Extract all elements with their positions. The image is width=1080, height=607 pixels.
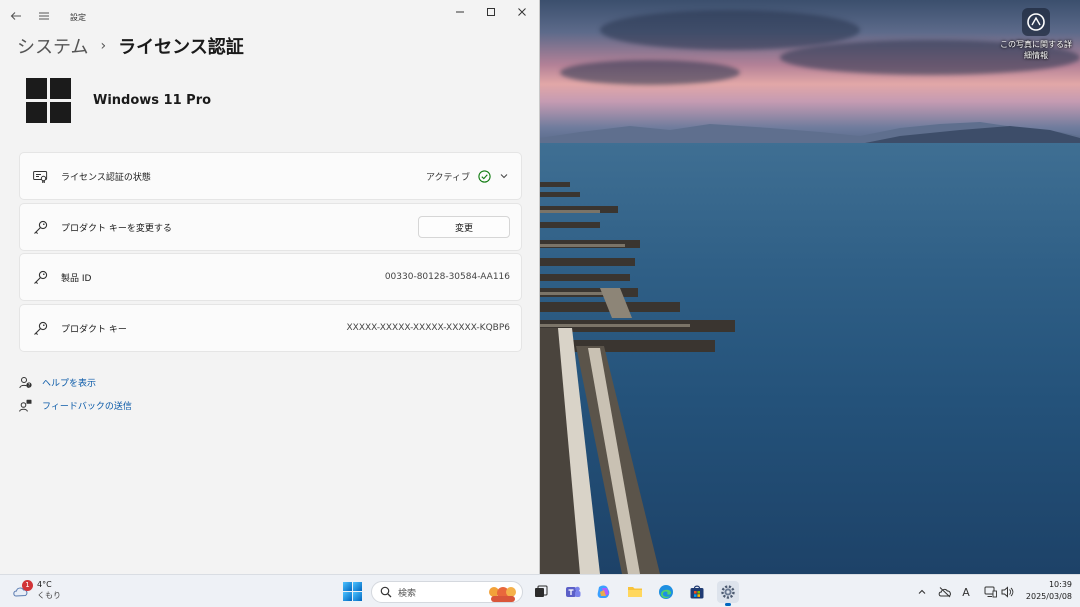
search-placeholder: 検索 bbox=[398, 588, 417, 599]
task-view-button[interactable] bbox=[530, 581, 552, 603]
settings-taskbar-button[interactable] bbox=[717, 581, 739, 606]
help-link[interactable]: ? ヘルプを表示 bbox=[18, 374, 96, 390]
edge-button[interactable] bbox=[655, 581, 677, 603]
weather-desc: くもり bbox=[37, 591, 61, 600]
task-view-icon bbox=[535, 585, 548, 597]
wallpaper-pier bbox=[540, 182, 735, 574]
chevron-up-icon bbox=[918, 589, 926, 594]
active-indicator bbox=[725, 603, 731, 606]
folder-icon bbox=[628, 587, 642, 597]
wallpaper-cloud bbox=[600, 10, 860, 50]
back-button[interactable] bbox=[10, 10, 26, 26]
product-key-row: プロダクト キー XXXXX-XXXXX-XXXXX-XXXXX-KQBP6 bbox=[19, 304, 522, 352]
weather-badge: 1 bbox=[22, 580, 33, 591]
cloud-offline-icon bbox=[938, 587, 951, 598]
breadcrumb-separator: › bbox=[100, 38, 107, 54]
taskbar: 1 4°C くもり 検索 A 10:39 2025/03/08 bbox=[0, 574, 1080, 607]
settings-window: 設定 システム › ライセンス認証 Windows 11 Pro ライセンス認証… bbox=[0, 0, 540, 574]
arrow-left-icon bbox=[10, 12, 21, 20]
check-circle-icon bbox=[478, 169, 491, 183]
speaker-icon bbox=[1001, 586, 1013, 598]
breadcrumb-system[interactable]: システム bbox=[17, 33, 88, 59]
edge-icon bbox=[659, 585, 673, 599]
feedback-link-text[interactable]: フィードバックの送信 bbox=[42, 399, 132, 412]
photo-info-label-2: 細情報 bbox=[1024, 51, 1048, 60]
photo-info-label-1: この写真に関する詳 bbox=[1000, 40, 1072, 49]
product-id-value: 00330-80128-30584-AA116 bbox=[384, 272, 510, 282]
title-bar: 設定 bbox=[0, 0, 540, 34]
feedback-person-icon bbox=[18, 398, 32, 412]
minimize-icon bbox=[456, 11, 464, 13]
maximize-icon bbox=[487, 8, 495, 16]
key-icon bbox=[32, 320, 48, 336]
photo-info-shortcut[interactable]: この写真に関する詳 細情報 bbox=[1000, 8, 1072, 61]
product-id-label: 製品 ID bbox=[61, 273, 92, 284]
feedback-link[interactable]: フィードバックの送信 bbox=[18, 397, 132, 413]
help-link-text[interactable]: ヘルプを表示 bbox=[42, 376, 96, 389]
teams-icon bbox=[566, 586, 581, 597]
windows-logo-icon bbox=[26, 77, 71, 123]
change-product-key-row: プロダクト キーを変更する 変更 bbox=[19, 203, 522, 251]
close-button[interactable] bbox=[508, 4, 536, 20]
activation-status-value: アクティブ bbox=[425, 169, 509, 183]
close-icon bbox=[518, 8, 526, 16]
hamburger-icon bbox=[39, 12, 49, 20]
product-name: Windows 11 Pro bbox=[93, 92, 212, 108]
network-icon bbox=[984, 586, 997, 598]
svg-text:?: ? bbox=[27, 382, 29, 387]
weather-widget[interactable]: 1 4°C くもり bbox=[12, 579, 61, 601]
minimize-button[interactable] bbox=[446, 4, 474, 20]
wallpaper-cloud bbox=[560, 60, 740, 85]
volume-button[interactable] bbox=[999, 583, 1015, 601]
change-button[interactable]: 変更 bbox=[418, 216, 510, 238]
product-key-value: XXXXX-XXXXX-XXXXX-XXXXX-KQBP6 bbox=[346, 323, 510, 333]
activation-status-row[interactable]: ライセンス認証の状態 アクティブ bbox=[19, 152, 522, 200]
key-icon bbox=[32, 219, 48, 235]
nav-menu-button[interactable] bbox=[38, 10, 54, 26]
clock-date: 2025/03/08 bbox=[1025, 592, 1072, 601]
maximize-button[interactable] bbox=[477, 4, 505, 20]
search-highlight-icon bbox=[489, 587, 516, 602]
breadcrumb: システム › ライセンス認証 bbox=[17, 33, 244, 59]
file-explorer-button[interactable] bbox=[624, 581, 646, 603]
show-hidden-icons-button[interactable] bbox=[914, 583, 930, 601]
help-person-icon: ? bbox=[18, 375, 32, 389]
key-icon bbox=[32, 269, 48, 285]
copilot-button[interactable] bbox=[593, 581, 615, 603]
weather-temp: 4°C bbox=[37, 580, 52, 589]
start-button[interactable] bbox=[343, 582, 362, 601]
onedrive-button[interactable] bbox=[936, 583, 954, 601]
store-button[interactable] bbox=[686, 581, 708, 603]
product-header: Windows 11 Pro bbox=[26, 77, 211, 123]
change-product-key-label: プロダクト キーを変更する bbox=[61, 223, 172, 234]
window-title: 設定 bbox=[70, 13, 86, 22]
clock-time: 10:39 bbox=[1048, 580, 1072, 589]
network-button[interactable] bbox=[982, 583, 998, 601]
camera-info-icon bbox=[1022, 8, 1050, 36]
search-icon bbox=[380, 586, 392, 598]
cloud-icon: 1 bbox=[12, 580, 34, 599]
gear-icon bbox=[721, 585, 735, 599]
activation-status-text: アクティブ bbox=[425, 172, 470, 183]
ime-indicator[interactable]: A bbox=[958, 583, 974, 601]
certificate-icon bbox=[32, 168, 48, 184]
product-key-label: プロダクト キー bbox=[61, 324, 127, 335]
activation-status-label: ライセンス認証の状態 bbox=[61, 172, 151, 183]
product-id-row: 製品 ID 00330-80128-30584-AA116 bbox=[19, 253, 522, 301]
page-title: ライセンス認証 bbox=[118, 37, 244, 58]
chevron-down-icon[interactable] bbox=[499, 171, 509, 181]
copilot-icon bbox=[597, 585, 610, 598]
taskbar-search[interactable]: 検索 bbox=[371, 581, 523, 603]
teams-button[interactable] bbox=[562, 581, 584, 603]
taskbar-clock[interactable]: 10:39 2025/03/08 bbox=[1020, 579, 1072, 603]
store-icon bbox=[690, 585, 704, 599]
